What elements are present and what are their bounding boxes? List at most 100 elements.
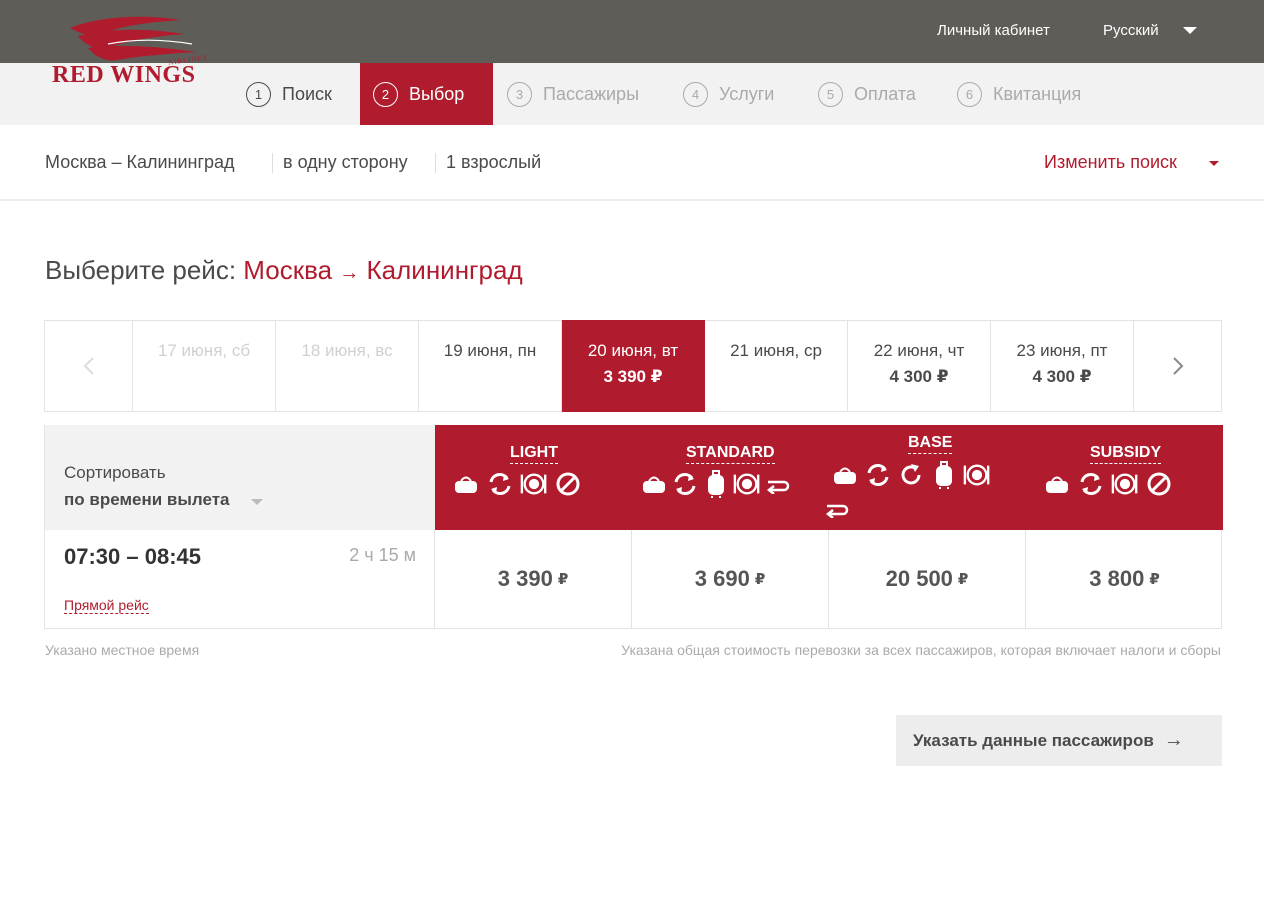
tariff-light: LIGHT: [435, 425, 632, 530]
suitcase-icon: [702, 470, 730, 498]
ruble-icon: ₽: [754, 571, 766, 588]
date-option: 17 июня, сб: [133, 320, 276, 412]
hand-bag-icon: [1043, 470, 1071, 498]
step-select: 2 Выбор: [360, 63, 493, 125]
direct-flight-link[interactable]: Прямой рейс: [64, 597, 149, 614]
summary-passengers: 1 взрослый: [446, 152, 542, 172]
sort-control[interactable]: Сортировать по времени вылета: [45, 425, 435, 530]
next-dates-button[interactable]: [1133, 321, 1221, 411]
tariff-name[interactable]: BASE: [908, 434, 953, 454]
flight-row: 07:30 – 08:45 2 ч 15 м Прямой рейс: [45, 530, 435, 628]
sort-label: Сортировать: [64, 463, 166, 482]
step-label: Пассажиры: [543, 83, 640, 104]
date-label: 17 июня, сб: [157, 341, 251, 360]
flight-time: 07:30 – 08:45: [64, 544, 201, 569]
date-price: 3 390 ₽: [603, 367, 663, 386]
page-title: Выберите рейс: Москва → Калининград: [45, 255, 523, 286]
date-option[interactable]: 21 июня, ср: [705, 320, 848, 412]
step-search[interactable]: 1 Поиск: [246, 63, 332, 125]
hand-bag-icon: [831, 461, 859, 489]
logo-wordmark: RED WINGS: [52, 62, 196, 88]
title-prefix: Выберите рейс:: [45, 255, 237, 285]
exchange-icon: [864, 461, 892, 489]
price-amount: 3 690: [694, 566, 750, 591]
step-label: Оплата: [854, 83, 916, 104]
title-from: Москва: [243, 255, 333, 285]
date-label: 20 июня, вт: [587, 341, 679, 360]
no-refund-icon: [554, 470, 582, 498]
step-passengers: 3 Пассажиры: [507, 63, 639, 125]
tariff-icons: [640, 470, 792, 498]
step-label: Квитанция: [993, 83, 1082, 104]
total-cost-note: Указана общая стоимость перевозки за все…: [621, 642, 1221, 658]
tariff-name[interactable]: LIGHT: [510, 444, 558, 464]
date-label: 18 июня, вс: [301, 341, 393, 360]
divider: [435, 153, 436, 173]
step-number: 4: [683, 81, 708, 107]
date-carousel: 17 июня, сб 18 июня, вс 19 июня, пн 20 и…: [44, 320, 1222, 412]
meal-icon: [520, 470, 548, 498]
refund-icon: [764, 470, 792, 498]
tariff-icons: [1043, 470, 1173, 498]
price-subsidy[interactable]: 3 800 ₽: [1026, 530, 1223, 628]
price-standard[interactable]: 3 690 ₽: [632, 530, 829, 628]
step-number: 2: [373, 81, 398, 107]
step-label: Услуги: [719, 83, 775, 104]
step-number: 6: [957, 81, 982, 107]
divider: [272, 153, 273, 173]
date-option[interactable]: 22 июня, чт 4 300 ₽: [848, 320, 991, 412]
tariff-subsidy: SUBSIDY: [1026, 425, 1223, 530]
chevron-down-icon[interactable]: [1209, 161, 1219, 166]
price-light[interactable]: 3 390 ₽: [435, 530, 632, 628]
date-option: 18 июня, вс: [276, 320, 419, 412]
enter-passenger-data-button[interactable]: Указать данные пассажиров →: [896, 715, 1222, 766]
step-label: Выбор: [409, 83, 465, 104]
meal-icon: [733, 470, 761, 498]
chevron-down-icon[interactable]: [1183, 27, 1197, 34]
prev-dates-button[interactable]: [45, 321, 133, 411]
step-number: 1: [246, 81, 271, 107]
tariff-icons: [452, 470, 582, 498]
tariff-name[interactable]: SUBSIDY: [1090, 444, 1162, 464]
title-to: Калининград: [366, 255, 523, 285]
tariff-header: LIGHT STANDARD BASE SUBSIDY: [435, 425, 1223, 530]
step-number: 5: [818, 81, 843, 107]
date-option[interactable]: 19 июня, пн: [419, 320, 562, 412]
arrow-right-icon: →: [339, 262, 360, 284]
search-summary: Москва – Калининград в одну сторону 1 вз…: [0, 125, 1264, 201]
hand-bag-icon: [452, 470, 480, 498]
logo[interactable]: RED WINGS AIRLINES: [50, 14, 210, 94]
step-number: 3: [507, 81, 532, 107]
account-link[interactable]: Личный кабинет: [937, 22, 1050, 39]
local-time-note: Указано местное время: [45, 642, 200, 658]
refund-icon: [897, 461, 925, 489]
tariff-name[interactable]: STANDARD: [686, 444, 775, 464]
date-price: 4 300 ₽: [889, 367, 949, 386]
date-label: 23 июня, пт: [1016, 341, 1108, 360]
meal-icon: [1111, 470, 1139, 498]
chevron-down-icon[interactable]: [251, 499, 263, 505]
change-search-link[interactable]: Изменить поиск: [1044, 152, 1177, 173]
meal-icon: [963, 461, 991, 489]
summary-route: Москва – Калининград: [45, 152, 235, 172]
ruble-icon: ₽: [1149, 571, 1160, 588]
date-label: 19 июня, пн: [443, 341, 537, 360]
date-price: 4 300 ₽: [1032, 367, 1092, 386]
tariff-base: BASE: [825, 425, 1026, 530]
step-payment: 5 Оплата: [818, 63, 916, 125]
exchange-icon: [671, 470, 699, 498]
date-option-selected[interactable]: 20 июня, вт 3 390 ₽: [562, 320, 705, 412]
language-select[interactable]: Русский: [1103, 22, 1159, 39]
exchange-icon: [486, 470, 514, 498]
date-option[interactable]: 23 июня, пт 4 300 ₽: [991, 320, 1133, 412]
sort-value[interactable]: по времени вылета: [64, 490, 229, 510]
price-base[interactable]: 20 500 ₽: [829, 530, 1026, 628]
price-amount: 3 800: [1089, 566, 1145, 591]
chevron-left-icon: [83, 357, 94, 375]
arrow-right-icon: →: [1163, 729, 1184, 751]
date-label: 22 июня, чт: [873, 341, 965, 360]
exchange-icon: [1077, 470, 1105, 498]
price-amount: 3 390: [497, 566, 553, 591]
price-amount: 20 500: [885, 566, 953, 591]
suitcase-icon: [930, 461, 958, 489]
